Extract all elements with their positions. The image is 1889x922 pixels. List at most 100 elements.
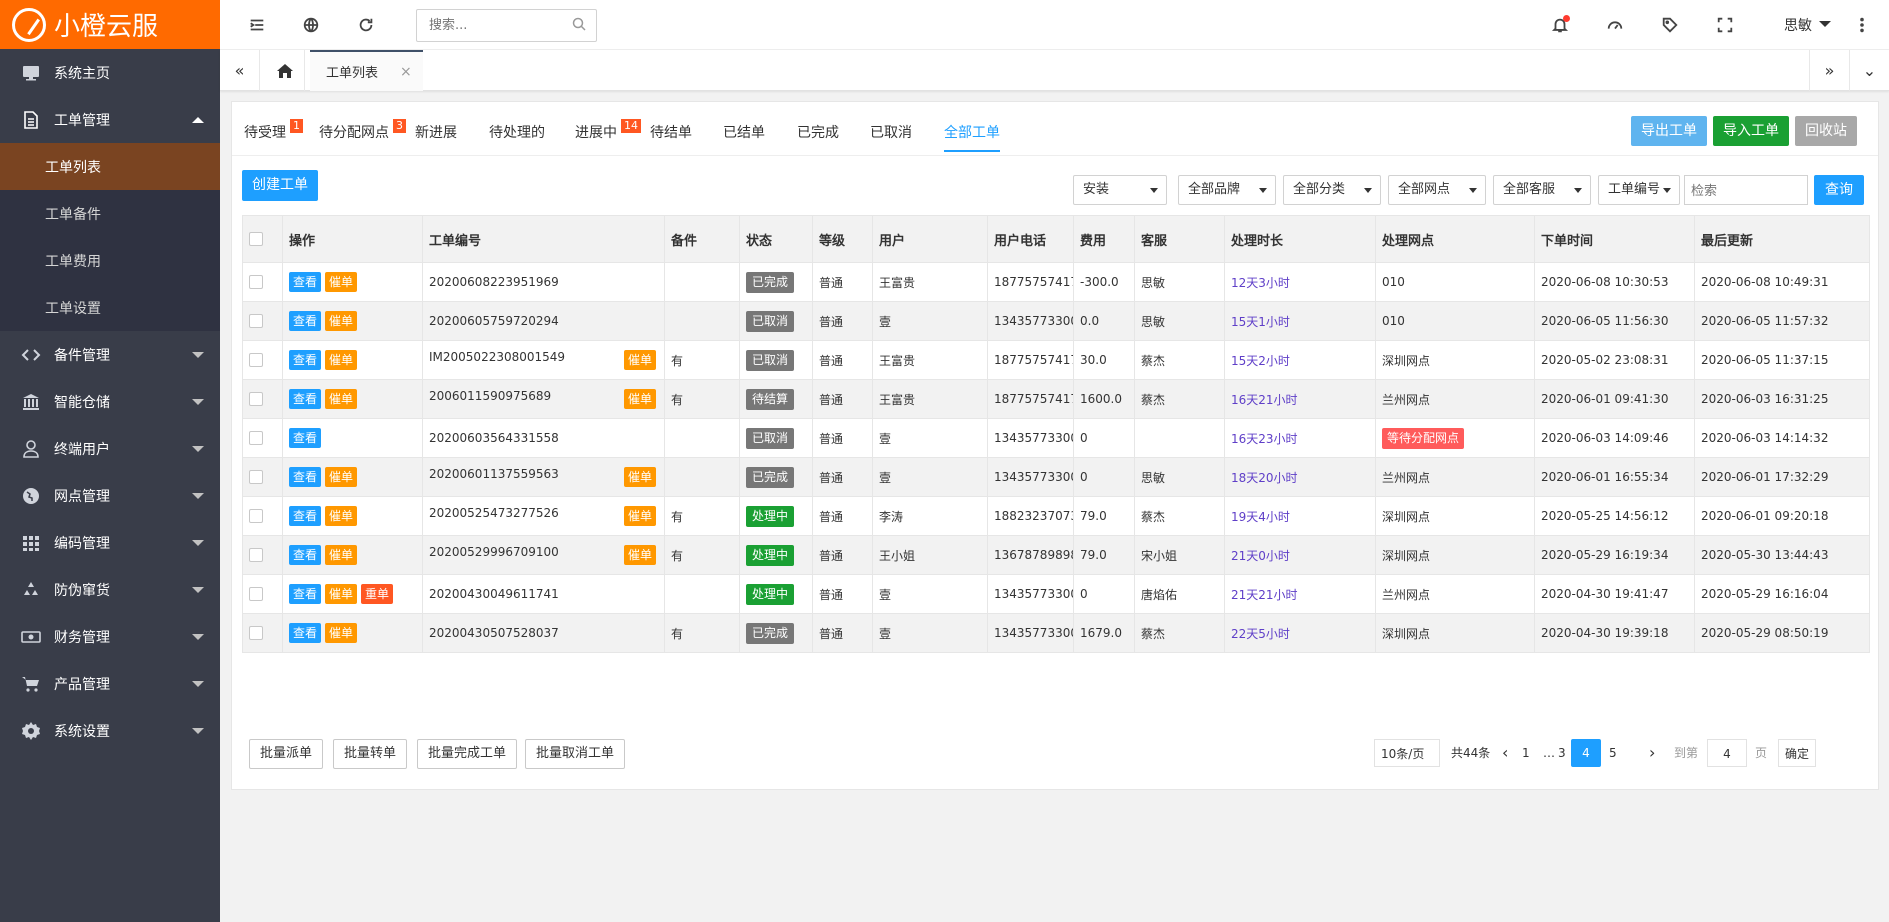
sidebar-item-1[interactable]: 工单管理 (0, 96, 220, 143)
user-name[interactable]: 思敏 (1784, 15, 1812, 35)
page-button[interactable]: 1 (1522, 739, 1530, 767)
sidebar-item-3[interactable]: 智能仓储 (0, 378, 220, 425)
row-checkbox[interactable] (249, 470, 263, 485)
page-button[interactable]: 5 (1609, 739, 1617, 767)
refresh-icon[interactable] (356, 15, 376, 35)
urge-button[interactable]: 催单 (325, 623, 358, 643)
keyword-input[interactable] (1684, 175, 1808, 205)
row-checkbox[interactable] (249, 353, 263, 368)
sidebar-item-2[interactable]: 备件管理 (0, 331, 220, 378)
more-icon[interactable] (1852, 15, 1872, 35)
status-tab[interactable]: 待处理的 (489, 122, 545, 142)
select-all-checkbox[interactable] (249, 232, 263, 246)
batch-cancel-button[interactable]: 批量取消工单 (525, 739, 626, 769)
prev-page-icon[interactable]: ‹ (1502, 739, 1508, 767)
status-tab[interactable]: 待结单 (650, 122, 692, 142)
batch-transfer-button[interactable]: 批量转单 (333, 739, 408, 769)
site-select[interactable]: 全部网点 (1388, 175, 1486, 205)
globe-icon[interactable] (301, 15, 321, 35)
page-size-select[interactable]: 10条/页 (1374, 739, 1440, 767)
goto-input[interactable]: 4 (1707, 739, 1747, 767)
duplicate-button[interactable]: 重单 (361, 584, 394, 604)
status-tab[interactable]: 进展中 14 (575, 119, 641, 142)
view-button[interactable]: 查看 (289, 350, 322, 370)
view-button[interactable]: 查看 (289, 311, 322, 331)
sidebar-item-8[interactable]: 财务管理 (0, 613, 220, 660)
created-cell: 2020-05-02 23:08:31 (1534, 340, 1695, 380)
view-button[interactable]: 查看 (289, 389, 322, 409)
view-button[interactable]: 查看 (289, 467, 322, 487)
urge-button[interactable]: 催单 (325, 389, 358, 409)
goto-confirm-button[interactable]: 确定 (1778, 739, 1817, 767)
urge-button[interactable]: 催单 (325, 350, 358, 370)
urge-button[interactable]: 催单 (325, 506, 358, 526)
status-tab[interactable]: 新进展 (415, 122, 457, 142)
row-checkbox[interactable] (249, 509, 263, 524)
brand-select[interactable]: 全部品牌 (1178, 175, 1276, 205)
tab-menu-chevron-icon[interactable]: ⌄ (1849, 50, 1889, 91)
search-icon[interactable] (572, 17, 586, 31)
batch-dispatch-button[interactable]: 批量派单 (249, 739, 324, 769)
sidebar-item-5[interactable]: 网点管理 (0, 472, 220, 519)
sidebar-item-9[interactable]: 产品管理 (0, 660, 220, 707)
view-button[interactable]: 查看 (289, 623, 322, 643)
fullscreen-icon[interactable] (1715, 15, 1735, 35)
tab-scroll-right-icon[interactable]: » (1809, 50, 1849, 91)
view-button[interactable]: 查看 (289, 428, 322, 448)
urge-button[interactable]: 催单 (325, 545, 358, 565)
urge-button[interactable]: 催单 (325, 311, 358, 331)
view-button[interactable]: 查看 (289, 584, 322, 604)
status-tab[interactable]: 待受理 1 (244, 119, 303, 142)
view-button[interactable]: 查看 (289, 506, 322, 526)
page-button[interactable]: 4 (1571, 739, 1601, 767)
tab-work-order-list[interactable]: 工单列表 × (310, 50, 423, 91)
row-checkbox[interactable] (249, 626, 263, 641)
tab-close-icon[interactable]: × (400, 64, 412, 80)
menu-toggle-icon[interactable] (247, 15, 267, 35)
create-order-button[interactable]: 创建工单 (242, 170, 318, 201)
field-select[interactable]: 工单编号 (1598, 175, 1680, 205)
page-button[interactable]: 3 (1558, 739, 1566, 767)
row-checkbox[interactable] (249, 431, 263, 446)
status-tab[interactable]: 已取消 (870, 122, 912, 142)
export-button[interactable]: 导出工单 (1631, 116, 1707, 146)
batch-complete-button[interactable]: 批量完成工单 (417, 739, 518, 769)
sidebar-item-10[interactable]: 系统设置 (0, 707, 220, 754)
row-checkbox[interactable] (249, 392, 263, 407)
tag-icon[interactable] (1660, 15, 1680, 35)
query-button[interactable]: 查询 (1814, 175, 1864, 205)
user-caret-icon[interactable] (1819, 21, 1831, 27)
status-tab[interactable]: 已完成 (797, 122, 839, 142)
urge-button[interactable]: 催单 (325, 272, 358, 292)
row-checkbox[interactable] (249, 587, 263, 602)
status-tab[interactable]: 待分配网点 3 (319, 119, 406, 142)
status-tab[interactable]: 全部工单 (944, 122, 1000, 152)
sidebar-subitem[interactable]: 工单费用 (0, 237, 220, 284)
status-tab[interactable]: 已结单 (723, 122, 765, 142)
sidebar-subitem[interactable]: 工单备件 (0, 190, 220, 237)
row-checkbox[interactable] (249, 275, 263, 290)
sidebar-item-6[interactable]: 编码管理 (0, 519, 220, 566)
row-checkbox[interactable] (249, 548, 263, 563)
next-page-icon[interactable]: › (1649, 739, 1655, 767)
install-select[interactable]: 安装 (1073, 175, 1167, 205)
sidebar-subitem[interactable]: 工单列表 (0, 143, 220, 190)
sidebar-item-4[interactable]: 终端用户 (0, 425, 220, 472)
recycle-bin-button[interactable]: 回收站 (1795, 116, 1857, 146)
urge-button[interactable]: 催单 (325, 584, 358, 604)
row-checkbox[interactable] (249, 314, 263, 329)
sidebar-subitem[interactable]: 工单设置 (0, 284, 220, 331)
category-select[interactable]: 全部分类 (1283, 175, 1381, 205)
search-input[interactable] (416, 9, 597, 42)
view-button[interactable]: 查看 (289, 545, 322, 565)
view-button[interactable]: 查看 (289, 272, 322, 292)
sidebar-item-0[interactable]: 系统主页 (0, 49, 220, 96)
tab-scroll-left-icon[interactable]: « (220, 50, 260, 91)
service-select[interactable]: 全部客服 (1493, 175, 1591, 205)
import-button[interactable]: 导入工单 (1713, 116, 1789, 146)
home-tab-icon[interactable] (265, 50, 305, 91)
dashboard-icon[interactable] (1605, 15, 1625, 35)
urge-button[interactable]: 催单 (325, 467, 358, 487)
logo[interactable]: 小橙云服 (0, 0, 220, 49)
sidebar-item-7[interactable]: 防伪窜货 (0, 566, 220, 613)
